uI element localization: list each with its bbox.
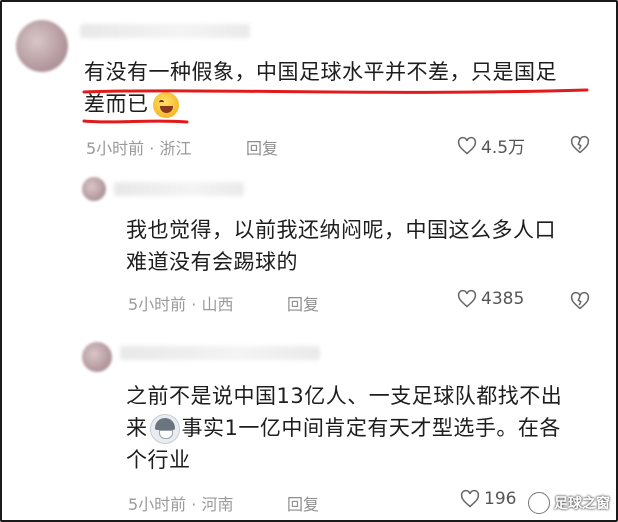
- location: 浙江: [159, 139, 192, 158]
- username-blurred: [80, 24, 250, 38]
- timestamp: 5小时前: [128, 495, 187, 514]
- watermark: 足球之窗: [528, 492, 610, 514]
- timestamp: 5小时前: [86, 139, 145, 158]
- comment-thread-screenshot: 有没有一种假象，中国足球水平并不差，只是国足 差而已 5小时前 · 浙江 回复 …: [0, 0, 618, 522]
- timestamp: 5小时前: [128, 295, 187, 314]
- comment-1-line-1: 有没有一种假象，中国足球水平并不差，只是国足: [84, 60, 557, 84]
- location: 山西: [201, 295, 234, 314]
- like-count: 4385: [481, 289, 525, 309]
- dislike-broken-heart-icon[interactable]: [570, 135, 590, 155]
- username-blurred: [120, 346, 320, 360]
- reply-button[interactable]: 回复: [287, 291, 319, 315]
- comment-3-line-2: 来事实1一亿中间肯定有天才型选手。在各: [126, 412, 606, 444]
- comment-3-line-1: 之前不是说中国13亿人、一支足球队都找不出: [126, 384, 563, 408]
- like-count: 4.5万: [481, 138, 526, 158]
- location: 河南: [201, 495, 234, 514]
- comment-2-line-1: 我也觉得，以前我还纳闷呢，中国这么多人口: [126, 218, 556, 242]
- comment-2-text: 我也觉得，以前我还纳闷呢，中国这么多人口 难道没有会踢球的: [126, 214, 606, 278]
- reply-button[interactable]: 回复: [246, 135, 278, 159]
- like-button[interactable]: 4385: [457, 289, 524, 309]
- red-underline-1: [82, 88, 589, 94]
- comment-2-line-2: 难道没有会踢球的: [126, 250, 298, 274]
- like-count: 196: [484, 489, 517, 509]
- dislike-broken-heart-icon[interactable]: [570, 291, 590, 311]
- heart-icon: [460, 489, 480, 508]
- comment-2-meta: 5小时前 · 山西: [128, 291, 233, 315]
- separator: ·: [149, 139, 155, 158]
- like-button[interactable]: 196: [460, 489, 516, 509]
- username-blurred: [114, 182, 244, 196]
- comment-3-text: 之前不是说中国13亿人、一支足球队都找不出 来事实1一亿中间肯定有天才型选手。在…: [126, 380, 606, 476]
- like-button[interactable]: 4.5万: [457, 133, 525, 158]
- red-underline-2: [82, 119, 189, 124]
- reply-button[interactable]: 回复: [287, 491, 319, 515]
- separator: ·: [191, 495, 197, 514]
- avatar[interactable]: [16, 20, 68, 72]
- watermark-text: 足球之窗: [554, 496, 610, 512]
- heart-icon: [457, 289, 477, 308]
- heart-icon: [457, 136, 477, 154]
- husky-emoji-icon: [149, 414, 180, 444]
- watermark-logo-icon: [528, 492, 550, 514]
- comment-1-meta: 5小时前 · 浙江: [86, 135, 191, 159]
- comment-3-line-3: 个行业: [126, 448, 191, 472]
- avatar[interactable]: [82, 342, 112, 372]
- comment-3-meta: 5小时前 · 河南: [128, 491, 233, 515]
- avatar[interactable]: [82, 177, 106, 201]
- separator: ·: [191, 295, 197, 314]
